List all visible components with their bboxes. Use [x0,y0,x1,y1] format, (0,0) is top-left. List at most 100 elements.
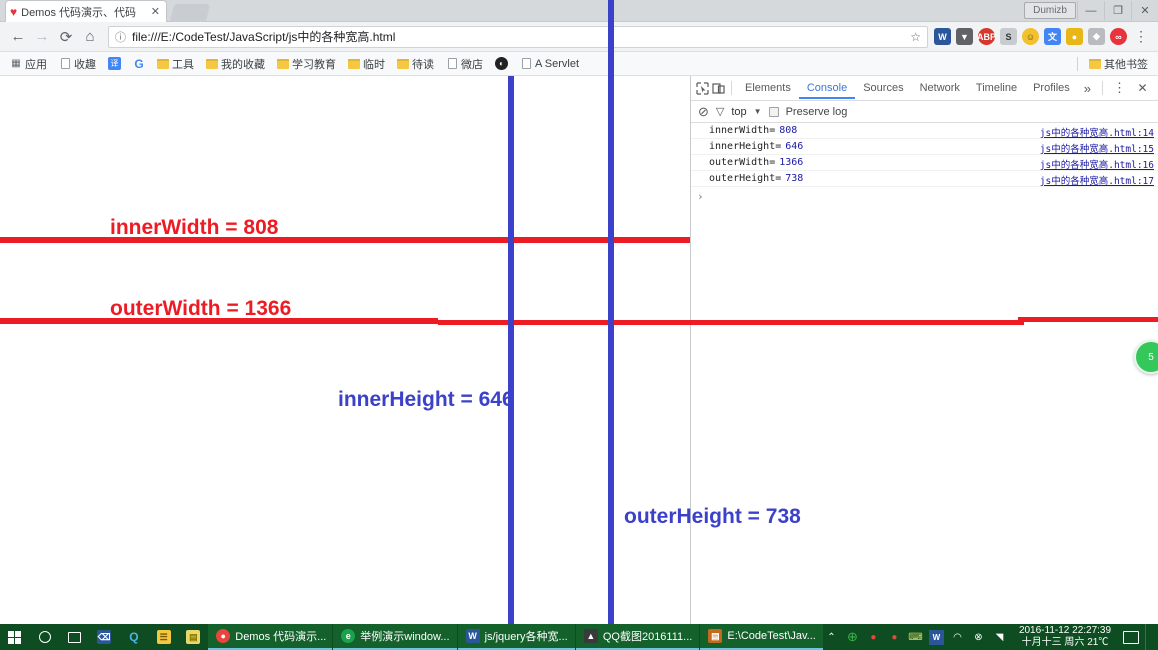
devtools-menu-icon[interactable]: ⋮ [1108,78,1131,99]
bookmark-item-shouqu[interactable]: 收趣 [54,55,101,73]
taskbar-window-label: E:\CodeTest\Jav... [727,630,816,642]
filter-icon[interactable]: ▽ [716,105,724,118]
bookmark-folder-education[interactable]: 学习教育 [272,55,341,73]
maximize-button[interactable]: ❐ [1104,1,1131,20]
download-extension-icon[interactable]: ▼ [956,28,973,45]
devtools-tab-elements[interactable]: Elements [737,78,799,99]
bookmark-star-icon[interactable]: ☆ [910,30,921,44]
taskbar-window-word[interactable]: W js/jquery各种宽... [457,624,575,650]
devtools-more-tabs-icon[interactable]: » [1078,81,1097,96]
devtools-tabbar: Elements Console Sources Network Timelin… [691,76,1158,101]
back-button[interactable]: ← [6,25,30,49]
taskbar-pin-ps[interactable]: ⌫ [89,624,119,650]
emoji-extension-icon[interactable]: ☺ [1022,28,1039,45]
console-output[interactable]: innerWidth= 808 js中的各种宽高.html:14 innerHe… [691,123,1158,205]
task-view-button[interactable] [60,624,90,650]
bookmark-folder-readlater[interactable]: 待读 [392,55,439,73]
profile-button[interactable]: Dumizb [1024,2,1076,19]
browser-tab[interactable]: ♥ Demos 代码演示、代码 ✕ [6,1,166,22]
console-filterbar: ⊘ ▽ top ▼ Preserve log [691,101,1158,123]
bookmark-folder-favorites[interactable]: 我的收藏 [201,55,270,73]
bookmark-folder-other[interactable]: 其他书签 [1084,55,1153,73]
minimize-button[interactable]: — [1077,1,1104,20]
bookmark-label: 微店 [461,58,483,71]
bookmark-item-apps[interactable]: ▦ 应用 [5,55,52,73]
tab-close-icon[interactable]: ✕ [149,5,162,18]
console-log-value: 808 [779,125,798,136]
forward-button[interactable]: → [30,25,54,49]
bookmark-folder-tools[interactable]: 工具 [152,55,199,73]
inspect-element-icon[interactable] [695,78,711,99]
cortana-search-button[interactable] [30,624,60,650]
devtools-tab-profiles[interactable]: Profiles [1025,78,1078,99]
taskbar-clock[interactable]: 2016-11-12 22:27:39 十月十三 周六 21℃ [1013,625,1117,649]
bookmark-label: 临时 [363,58,385,71]
word-extension-icon[interactable]: W [934,28,951,45]
bookmark-item-weidian[interactable]: 微店 [441,55,488,73]
preserve-log-checkbox[interactable] [768,106,779,117]
bookmark-item-translate[interactable]: 译 [103,56,126,71]
execution-context-select[interactable]: top [731,106,746,118]
clear-console-icon[interactable]: ⊘ [698,104,709,120]
tray-qq-1-icon[interactable]: ● [866,630,881,645]
opera-extension-icon[interactable]: ∞ [1110,28,1127,45]
bookmark-item-google[interactable]: G [128,57,150,71]
taskbar-window-chrome[interactable]: ● Demos 代码演示... [208,624,333,650]
console-prompt[interactable]: › [691,187,1158,205]
lastpass-extension-icon[interactable]: ● [1066,28,1083,45]
url-text: file:///E:/CodeTest/JavaScript/js中的各种宽高.… [132,30,396,44]
taskbar-pin-notes[interactable]: ▤ [179,624,209,650]
bookmarks-bar-right: 其他书签 [1071,55,1153,73]
console-log-source-link[interactable]: js中的各种宽高.html:14 [1040,125,1154,139]
page-icon [59,58,71,70]
tray-360-icon[interactable]: ⊕ [845,629,860,645]
device-toolbar-icon[interactable] [711,78,727,99]
shield-extension-icon[interactable]: ◆ [1088,28,1105,45]
console-log-value: 646 [785,141,804,152]
taskbar-pin-explorer[interactable]: ☰ [149,624,179,650]
new-tab-button[interactable] [169,4,211,22]
address-bar[interactable]: ⓘ file:///E:/CodeTest/JavaScript/js中的各种宽… [108,25,928,48]
devtools-close-icon[interactable]: ✕ [1131,78,1154,99]
taskbar-window-edge[interactable]: e 举例演示window... [333,624,457,650]
home-button[interactable]: ⌂ [78,25,102,49]
console-log-source-link[interactable]: js中的各种宽高.html:17 [1040,173,1154,187]
chevron-down-icon[interactable]: ▼ [754,107,762,116]
folder-window-icon: ▤ [708,629,723,643]
devtools-tab-network[interactable]: Network [912,78,968,99]
adblock-extension-icon[interactable]: ABP [977,28,996,45]
tray-qq-2-icon[interactable]: ● [887,630,902,645]
devtools-tab-console[interactable]: Console [799,78,855,99]
edge-icon: e [341,629,356,643]
bookmark-folder-temp[interactable]: 临时 [343,55,390,73]
tray-action-center-icon[interactable]: ◥ [992,630,1007,645]
apps-grid-icon: ▦ [11,58,21,69]
tray-input-method-icon[interactable]: ⌨ [908,630,923,645]
page-info-icon[interactable]: ⓘ [115,29,126,45]
show-desktop-button[interactable] [1145,624,1154,650]
taskbar-window-image[interactable]: ▲ QQ截图2016111... [575,624,700,650]
chrome-menu-icon[interactable]: ⋮ [1132,28,1150,45]
page-icon [520,58,532,70]
tray-volume-icon[interactable]: ⊗ [971,630,986,645]
devtools-tab-timeline[interactable]: Timeline [968,78,1025,99]
tray-expand-icon[interactable]: ⌃ [824,630,839,645]
windows-taskbar: ⌫ Q ☰ ▤ ● Demos 代码演示... e 举例演示window... … [0,624,1158,650]
devtools-tab-sources[interactable]: Sources [855,78,911,99]
google-translate-extension-icon[interactable]: 文 [1044,28,1061,45]
close-button[interactable]: ✕ [1131,1,1158,20]
page-viewport [0,76,690,624]
bookmark-item-a-servlet[interactable]: A Servlet [515,57,584,71]
weather-widget-icon[interactable] [1123,630,1140,644]
start-button[interactable] [0,624,30,650]
stylish-extension-icon[interactable]: S [1000,28,1017,45]
console-log-source-link[interactable]: js中的各种宽高.html:16 [1040,157,1154,171]
tray-network-icon[interactable]: ◠ [950,630,965,645]
bookmark-label: 其他书签 [1104,58,1148,71]
taskbar-window-explorer[interactable]: ▤ E:\CodeTest\Jav... [700,624,823,650]
bookmark-item-dark[interactable]: ◐ [490,56,513,71]
tray-word-icon[interactable]: W [928,629,944,645]
console-log-source-link[interactable]: js中的各种宽高.html:15 [1040,141,1154,155]
taskbar-pin-search[interactable]: Q [119,624,149,650]
reload-button[interactable]: ⟳ [54,25,78,49]
